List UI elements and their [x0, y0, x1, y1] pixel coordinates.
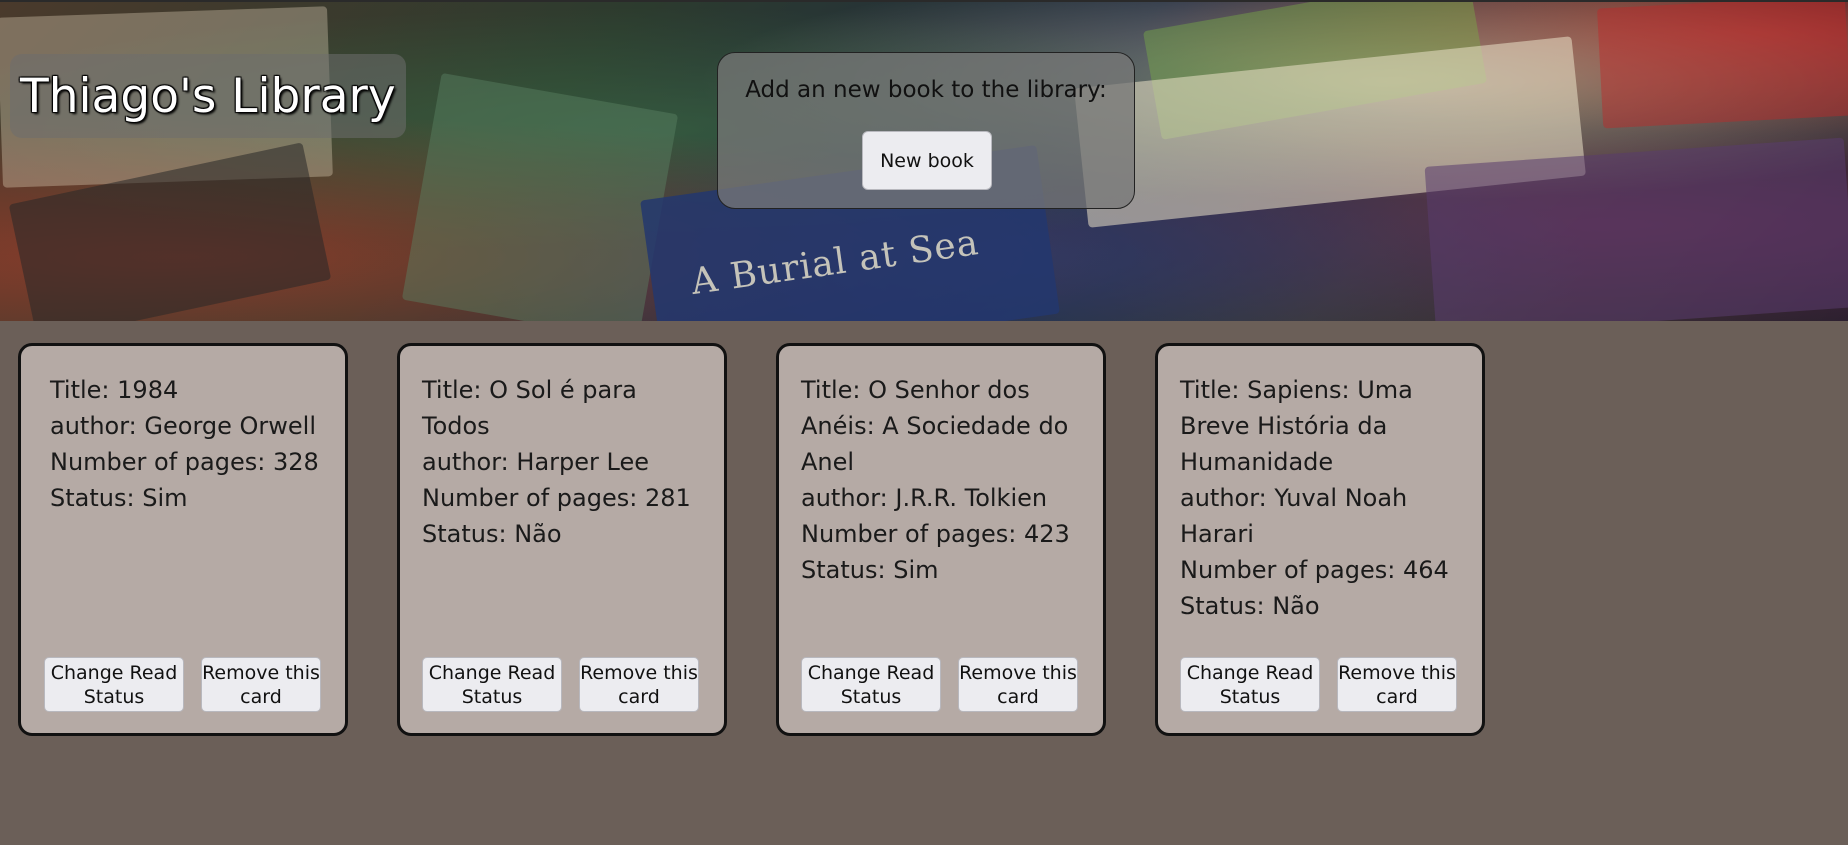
title-label: Title: [1180, 376, 1248, 404]
book-pages: 423 [1023, 520, 1070, 548]
book-status-line: Status: Sim [801, 552, 1091, 588]
header-banner: A Burial at Sea Thiago's Library Add an … [0, 0, 1848, 321]
book-info: Title: O Senhor dos Anéis: A Sociedade d… [801, 372, 1091, 588]
book-pages-line: Number of pages: 328 [50, 444, 340, 480]
book-title-line: Title: Sapiens: Uma Breve História da Hu… [1180, 372, 1470, 480]
status-label: Status: [422, 520, 515, 548]
status-label: Status: [1180, 592, 1273, 620]
book-card: Title: Sapiens: Uma Breve História da Hu… [1155, 343, 1485, 736]
author-label: author: [1180, 484, 1275, 512]
remove-card-button[interactable]: Remove this card [579, 657, 699, 712]
new-book-button[interactable]: New book [862, 131, 992, 190]
title-label: Title: [801, 376, 869, 404]
change-read-status-button[interactable]: Change Read Status [44, 657, 184, 712]
book-pages-line: Number of pages: 281 [422, 480, 712, 516]
book-pages-line: Number of pages: 423 [801, 516, 1091, 552]
book-author-line: author: Yuval Noah Harari [1180, 480, 1470, 552]
book-status: Não [1272, 592, 1320, 620]
book-pages: 281 [644, 484, 691, 512]
book-status-line: Status: Não [422, 516, 712, 552]
pages-label: Number of pages: [50, 448, 273, 476]
book-title-line: Title: 1984 [50, 372, 340, 408]
banner-image-book [1597, 2, 1848, 129]
card-actions: Change Read Status Remove this card [801, 657, 1091, 713]
book-card: Title: O Senhor dos Anéis: A Sociedade d… [776, 343, 1106, 736]
pages-label: Number of pages: [422, 484, 645, 512]
remove-card-button[interactable]: Remove this card [958, 657, 1078, 712]
book-info: Title: O Sol é para Todos author: Harper… [422, 372, 712, 552]
card-actions: Change Read Status Remove this card [422, 657, 712, 713]
status-label: Status: [50, 484, 143, 512]
book-author: Harper Lee [516, 448, 649, 476]
book-title: 1984 [117, 376, 179, 404]
book-author-line: author: J.R.R. Tolkien [801, 480, 1091, 516]
library-title-box: Thiago's Library [10, 54, 406, 138]
add-book-panel: Add an new book to the library: New book [717, 52, 1135, 209]
pages-label: Number of pages: [1180, 556, 1403, 584]
book-status: Não [514, 520, 562, 548]
change-read-status-button[interactable]: Change Read Status [422, 657, 562, 712]
author-label: author: [50, 412, 145, 440]
book-author-line: author: George Orwell [50, 408, 340, 444]
book-title-line: Title: O Senhor dos Anéis: A Sociedade d… [801, 372, 1091, 480]
book-info: Title: 1984 author: George Orwell Number… [50, 372, 340, 516]
card-actions: Change Read Status Remove this card [1180, 657, 1470, 713]
book-status-line: Status: Sim [50, 480, 340, 516]
book-card: Title: O Sol é para Todos author: Harper… [397, 343, 727, 736]
book-author: George Orwell [144, 412, 316, 440]
book-pages-line: Number of pages: 464 [1180, 552, 1470, 588]
banner-image-book [1424, 137, 1848, 321]
change-read-status-button[interactable]: Change Read Status [801, 657, 941, 712]
book-status-line: Status: Não [1180, 588, 1470, 624]
banner-image-book [401, 72, 679, 321]
book-info: Title: Sapiens: Uma Breve História da Hu… [1180, 372, 1470, 624]
book-status: Sim [142, 484, 188, 512]
remove-card-button[interactable]: Remove this card [1337, 657, 1457, 712]
book-pages: 328 [272, 448, 319, 476]
book-author: J.R.R. Tolkien [895, 484, 1048, 512]
change-read-status-button[interactable]: Change Read Status [1180, 657, 1320, 712]
author-label: author: [422, 448, 517, 476]
status-label: Status: [801, 556, 894, 584]
page-title: Thiago's Library [20, 68, 396, 124]
book-pages: 464 [1402, 556, 1449, 584]
title-label: Title: [422, 376, 490, 404]
title-label: Title: [50, 376, 118, 404]
book-card: Title: 1984 author: George Orwell Number… [18, 343, 348, 736]
card-actions: Change Read Status Remove this card [44, 657, 334, 713]
book-status: Sim [893, 556, 939, 584]
book-title-line: Title: O Sol é para Todos [422, 372, 712, 444]
author-label: author: [801, 484, 896, 512]
remove-card-button[interactable]: Remove this card [201, 657, 321, 712]
pages-label: Number of pages: [801, 520, 1024, 548]
book-author-line: author: Harper Lee [422, 444, 712, 480]
add-book-prompt: Add an new book to the library: [745, 77, 1107, 103]
